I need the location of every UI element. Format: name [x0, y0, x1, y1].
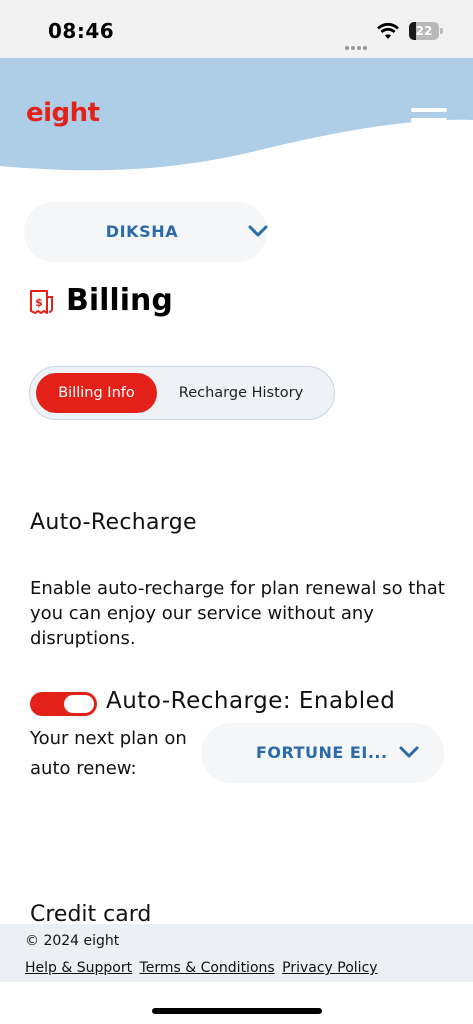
- status-bar: 08:46 22: [0, 0, 473, 58]
- status-time: 08:46: [48, 19, 115, 43]
- plan-dropdown[interactable]: FORTUNE EI...: [201, 723, 444, 783]
- billing-receipt-icon: $: [30, 290, 53, 314]
- tab-recharge-history[interactable]: Recharge History: [166, 373, 316, 413]
- profile-selected-name: DIKSHA: [105, 222, 179, 241]
- app-header: eight: [0, 58, 473, 178]
- auto-recharge-status-label: Auto-Recharge: Enabled: [106, 688, 396, 714]
- next-plan-label: Your next plan on auto renew:: [30, 728, 187, 779]
- plan-selected-name: FORTUNE EI...: [256, 743, 388, 762]
- battery-level-text: 22: [415, 24, 433, 38]
- chevron-down-icon: [248, 225, 268, 237]
- auto-recharge-description: Enable auto-recharge for plan renewal so…: [30, 578, 445, 649]
- terms-conditions-link[interactable]: Terms & Conditions: [140, 960, 275, 976]
- battery-icon: 22: [409, 22, 443, 40]
- wifi-icon: [377, 22, 399, 39]
- copyright-text: © 2024 eight: [25, 933, 120, 949]
- footer: © 2024 eight Help & Support Terms & Cond…: [0, 924, 473, 982]
- auto-recharge-title: Auto-Recharge: [30, 510, 197, 535]
- help-support-link[interactable]: Help & Support: [25, 960, 132, 976]
- profile-dropdown[interactable]: DIKSHA: [24, 202, 268, 262]
- eight-logo[interactable]: eight: [26, 98, 100, 138]
- hamburger-menu-icon[interactable]: [411, 108, 447, 134]
- toggle-knob: [64, 695, 94, 713]
- logo-text: eight: [26, 98, 100, 128]
- svg-text:$: $: [35, 296, 43, 309]
- signal-dots-icon: [345, 35, 371, 50]
- home-indicator: [152, 1008, 322, 1014]
- privacy-policy-link[interactable]: Privacy Policy: [282, 960, 377, 976]
- auto-recharge-toggle[interactable]: [30, 692, 97, 716]
- footer-links: Help & Support Terms & Conditions Privac…: [25, 960, 381, 976]
- page-title: Billing: [66, 283, 173, 318]
- tab-billing-info[interactable]: Billing Info: [36, 373, 157, 413]
- chevron-down-icon: [399, 746, 419, 758]
- billing-tabs: Billing Info Recharge History: [29, 366, 335, 420]
